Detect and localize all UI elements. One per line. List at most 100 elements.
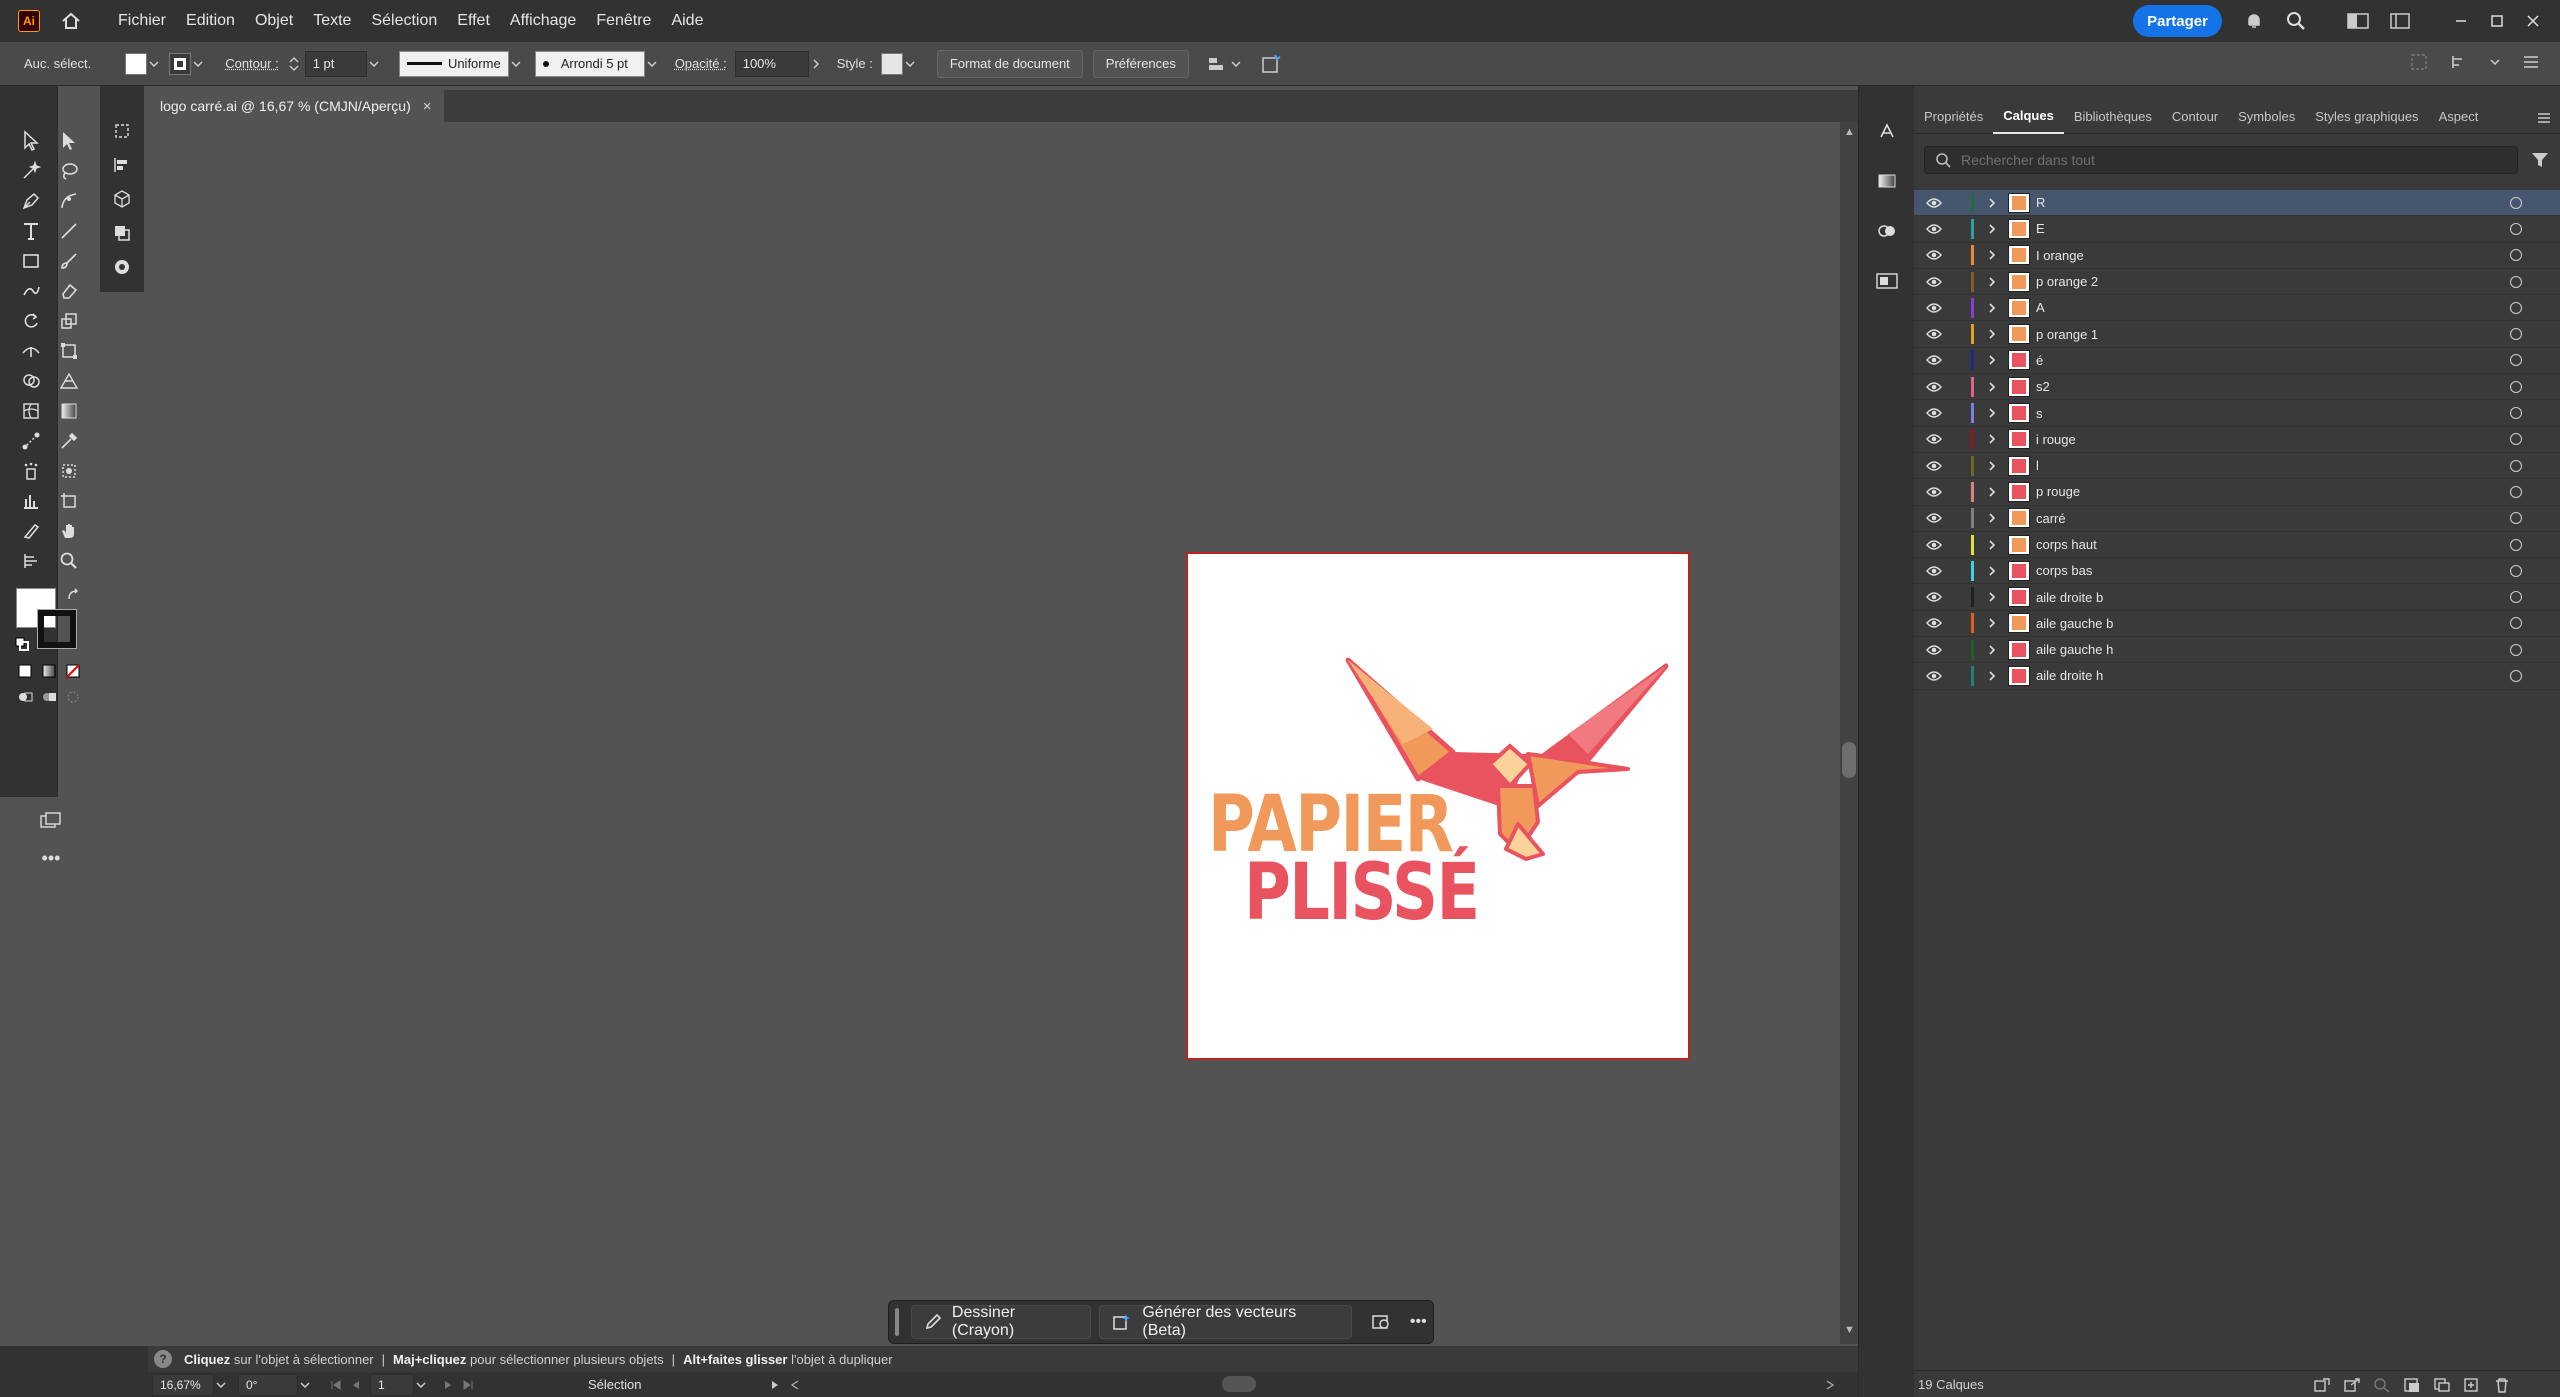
menu-edition[interactable]: Edition [186, 12, 235, 30]
artboard-tool-icon[interactable] [54, 486, 84, 516]
close-window-icon[interactable] [2516, 6, 2550, 36]
target-circle-icon[interactable] [2510, 380, 2522, 393]
chevron-down-icon[interactable] [414, 1375, 428, 1395]
target-circle-icon[interactable] [2510, 275, 2522, 288]
horizontal-scroll-thumb[interactable] [1222, 1376, 1256, 1392]
eyedropper-icon[interactable] [54, 426, 84, 456]
live-paint-icon[interactable] [54, 456, 84, 486]
minimize-icon[interactable] [2444, 6, 2478, 36]
panel-layout-icon[interactable] [2382, 3, 2418, 39]
logo-text-line2[interactable]: PLISSÉ [1244, 854, 1480, 932]
puppet-warp-icon[interactable] [1872, 116, 1902, 146]
arrange-icon[interactable] [2448, 52, 2470, 72]
layer-row[interactable]: A [1914, 295, 2560, 322]
layer-name[interactable]: p orange 2 [2036, 274, 2098, 289]
gradient-mode-icon[interactable] [38, 660, 60, 682]
layer-row[interactable]: aile gauche h [1914, 637, 2560, 664]
appearance-panel-icon[interactable] [1872, 216, 1902, 246]
target-circle-icon[interactable] [2510, 301, 2522, 314]
chevron-down-icon[interactable] [298, 1375, 312, 1395]
free-transform-icon[interactable] [54, 336, 84, 366]
canvas[interactable]: PAPIER PLISSÉ [148, 122, 1840, 1344]
chevron-down-icon[interactable] [1229, 54, 1243, 74]
layer-name[interactable]: aile droite h [2036, 668, 2103, 683]
visibility-eye-icon[interactable] [1924, 377, 1944, 397]
perspective-grid-icon[interactable] [54, 366, 84, 396]
menu-effet[interactable]: Effet [457, 12, 490, 30]
visibility-eye-icon[interactable] [1924, 245, 1944, 265]
target-circle-icon[interactable] [2510, 564, 2522, 577]
screen-mode-icon[interactable] [36, 808, 66, 832]
home-icon[interactable] [54, 4, 88, 38]
locate-object-icon[interactable] [2372, 1375, 2392, 1395]
stroke-profile-field[interactable]: Uniforme [398, 50, 509, 77]
target-circle-icon[interactable] [2510, 512, 2522, 525]
expand-chevron-icon[interactable] [1984, 403, 2000, 423]
align-panel-icon[interactable] [107, 150, 137, 180]
stroke-swatch[interactable] [169, 52, 192, 75]
document-tab[interactable]: logo carré.ai @ 16,67 % (CMJN/Aperçu) × [148, 90, 444, 122]
layer-name[interactable]: R [2036, 195, 2045, 210]
target-circle-icon[interactable] [2510, 669, 2522, 682]
draw-pencil-button[interactable]: Dessiner (Crayon) [910, 1304, 1092, 1339]
expand-chevron-icon[interactable] [1984, 350, 2000, 370]
layer-name[interactable]: s [2036, 406, 2043, 421]
expand-chevron-icon[interactable] [1984, 245, 2000, 265]
visibility-eye-icon[interactable] [1924, 403, 1944, 423]
paintbrush-tool-icon[interactable] [54, 246, 84, 276]
expand-chevron-icon[interactable] [1984, 456, 2000, 476]
menu-selection[interactable]: Sélection [371, 12, 437, 30]
magic-wand-icon[interactable] [16, 156, 46, 186]
tab-properties[interactable]: Propriétés [1914, 100, 1993, 134]
layer-name[interactable]: A [2036, 300, 2045, 315]
expand-chevron-icon[interactable] [1984, 193, 2000, 213]
workspace-icon[interactable] [2340, 3, 2376, 39]
export-icon[interactable] [2342, 1375, 2362, 1395]
recolor-icon[interactable] [1259, 54, 1283, 74]
expand-chevron-icon[interactable] [1984, 324, 2000, 344]
stroke-color-box[interactable] [37, 609, 77, 649]
visibility-eye-icon[interactable] [1924, 429, 1944, 449]
visibility-eye-icon[interactable] [1924, 456, 1944, 476]
share-button[interactable]: Partager [2133, 5, 2222, 37]
shaper-tool-icon[interactable] [16, 276, 46, 306]
layer-row[interactable]: aile droite h [1914, 663, 2560, 690]
chevron-down-icon[interactable] [367, 54, 381, 74]
visibility-eye-icon[interactable] [1924, 272, 1944, 292]
pen-tool-icon[interactable] [16, 186, 46, 216]
vertical-scrollbar[interactable]: ▲ ▼ [1840, 122, 1858, 1344]
new-layer-icon[interactable] [2462, 1375, 2482, 1395]
delete-layer-icon[interactable] [2492, 1375, 2512, 1395]
layer-name[interactable]: aile droite b [2036, 590, 2103, 605]
expand-chevron-icon[interactable] [1984, 219, 2000, 239]
next-artboard-icon[interactable] [438, 1375, 458, 1395]
menu-fenetre[interactable]: Fenêtre [596, 12, 651, 30]
chevron-down-icon[interactable] [509, 54, 523, 74]
layer-name[interactable]: p rouge [2036, 484, 2080, 499]
stroke-weight-field[interactable]: 1 pt [304, 50, 367, 77]
mesh-tool-icon[interactable] [16, 396, 46, 426]
target-circle-icon[interactable] [2510, 591, 2522, 604]
scroll-right-icon[interactable] [1820, 1375, 1840, 1395]
layer-row[interactable]: aile droite b [1914, 584, 2560, 611]
layer-name[interactable]: carré [2036, 511, 2066, 526]
expand-chevron-icon[interactable] [1984, 587, 2000, 607]
layer-row[interactable]: R [1914, 190, 2560, 217]
layer-name[interactable]: corps haut [2036, 537, 2097, 552]
layer-name[interactable]: s2 [2036, 379, 2050, 394]
chevron-right-icon[interactable] [809, 54, 823, 74]
stepper-icon[interactable] [287, 54, 301, 74]
clipping-mask-icon[interactable] [2402, 1375, 2422, 1395]
type-tool-icon[interactable] [16, 216, 46, 246]
scroll-down-icon[interactable]: ▼ [1844, 1324, 1855, 1336]
layer-row[interactable]: E [1914, 216, 2560, 243]
visibility-eye-icon[interactable] [1924, 587, 1944, 607]
target-circle-icon[interactable] [2510, 407, 2522, 420]
layer-name[interactable]: i rouge [2036, 432, 2076, 447]
status-menu-icon[interactable] [765, 1375, 785, 1395]
vertical-scroll-thumb[interactable] [1842, 742, 1856, 778]
visibility-eye-icon[interactable] [1924, 219, 1944, 239]
document-setup-button[interactable]: Format de document [936, 49, 1083, 78]
expand-chevron-icon[interactable] [1984, 640, 2000, 660]
menu-texte[interactable]: Texte [313, 12, 351, 30]
